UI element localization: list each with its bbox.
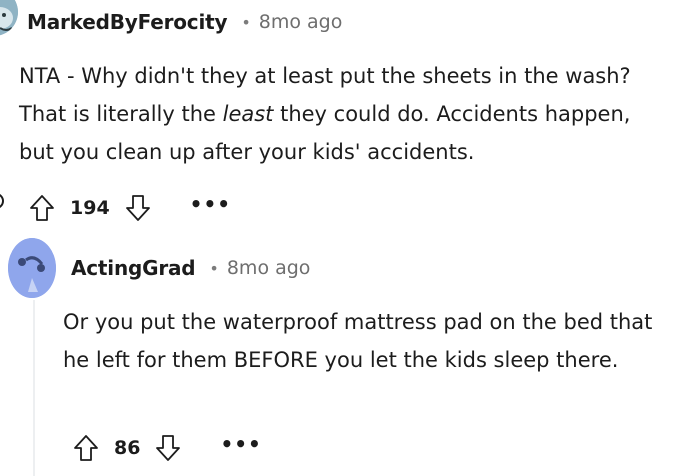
comment-header: MarkedByFerocity • 8mo ago xyxy=(27,10,342,34)
timestamp[interactable]: 8mo ago xyxy=(227,257,311,279)
comment-header: ActingGrad • 8mo ago xyxy=(71,256,310,280)
separator-dot: • xyxy=(209,258,219,278)
snoo-avatar-icon xyxy=(8,238,56,298)
timestamp[interactable]: 8mo ago xyxy=(259,11,343,33)
upvote-arrow-icon[interactable] xyxy=(72,433,100,463)
user-avatar-actinggrad[interactable] xyxy=(8,238,56,298)
comment-body: NTA - Why didn't they at least put the s… xyxy=(19,57,669,171)
comment-thread: MarkedByFerocity • 8mo ago NTA - Why did… xyxy=(0,0,676,476)
username-link[interactable]: ActingGrad xyxy=(71,256,196,280)
vote-score: 194 xyxy=(70,197,110,219)
thread-branch-line[interactable] xyxy=(33,300,35,476)
downvote-arrow-icon[interactable] xyxy=(124,193,152,223)
comment-body: Or you put the waterproof mattress pad o… xyxy=(63,310,653,372)
separator-dot: • xyxy=(241,12,251,32)
upvote-arrow-icon[interactable] xyxy=(28,193,56,223)
comment-actions: 194 ••• xyxy=(28,193,231,223)
vote-score: 86 xyxy=(114,437,141,459)
user-avatar-markedbyferocity[interactable] xyxy=(0,0,18,36)
more-options-icon[interactable]: ••• xyxy=(220,434,261,457)
more-options-icon[interactable]: ••• xyxy=(190,194,231,217)
downvote-arrow-icon[interactable] xyxy=(154,433,182,463)
comment-text-emphasis: least xyxy=(222,102,274,126)
snoo-avatar-icon xyxy=(0,0,18,36)
username-link[interactable]: MarkedByFerocity xyxy=(27,10,228,34)
comment-actions: 86 ••• xyxy=(72,433,262,463)
collapse-thread-icon[interactable] xyxy=(0,193,4,209)
